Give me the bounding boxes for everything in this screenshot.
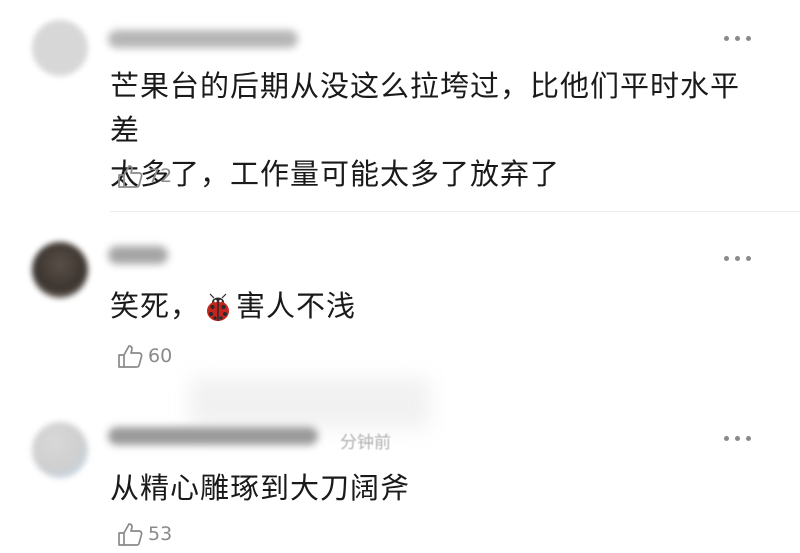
username-blurred[interactable] bbox=[108, 246, 168, 264]
thumbs-up-icon bbox=[118, 345, 143, 368]
like-count: 60 bbox=[148, 345, 173, 367]
avatar[interactable] bbox=[32, 422, 88, 478]
username-blurred[interactable] bbox=[108, 427, 318, 445]
comment-text: 笑死， 害人不浅 bbox=[110, 284, 760, 328]
avatar[interactable] bbox=[32, 20, 88, 76]
comment-text-line: 芒果台的后期从没这么拉垮过，比他们平时水平差 bbox=[110, 69, 741, 147]
thumbs-up-icon bbox=[118, 165, 143, 188]
comment-item: 分钟前 从精心雕琢到大刀阔斧 53 bbox=[0, 392, 800, 553]
timestamp: 分钟前 bbox=[340, 433, 391, 453]
thumbs-up-icon bbox=[118, 523, 143, 546]
comment-text: 从精心雕琢到大刀阔斧 bbox=[110, 471, 411, 505]
comment-item: 笑死， 害人不浅 60 bbox=[0, 212, 800, 392]
comment-item: 芒果台的后期从没这么拉垮过，比他们平时水平差 太多了，工作量可能太多了放弃了 7… bbox=[0, 0, 800, 212]
ladybug-emoji bbox=[202, 292, 234, 324]
like-count: 53 bbox=[148, 523, 173, 545]
comment-text: 芒果台的后期从没这么拉垮过，比他们平时水平差 太多了，工作量可能太多了放弃了 bbox=[110, 64, 760, 196]
like-button[interactable]: 53 bbox=[116, 520, 172, 548]
comment-text-part: 害人不浅 bbox=[236, 289, 357, 323]
more-options-icon[interactable] bbox=[724, 434, 756, 442]
avatar[interactable] bbox=[32, 242, 88, 298]
like-button[interactable]: 72 bbox=[116, 162, 172, 190]
more-options-icon[interactable] bbox=[724, 254, 756, 262]
more-options-icon[interactable] bbox=[724, 34, 756, 42]
like-count: 72 bbox=[148, 165, 173, 187]
like-button[interactable]: 60 bbox=[116, 342, 172, 370]
comment-text-part: 笑死， bbox=[110, 289, 201, 323]
comment-text-line: 太多了，工作量可能太多了放弃了 bbox=[110, 157, 561, 191]
username-blurred[interactable] bbox=[108, 30, 298, 48]
